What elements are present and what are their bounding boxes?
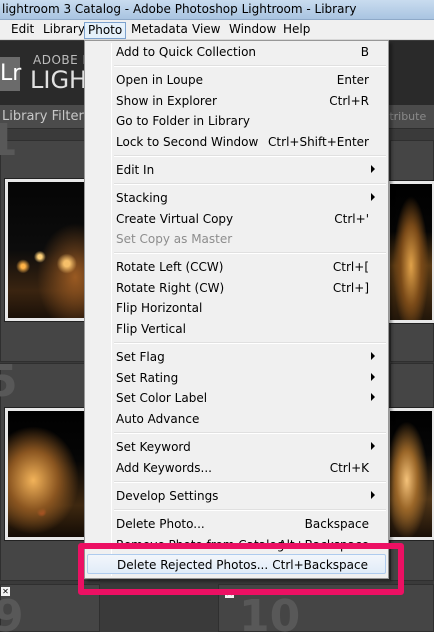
submenu-arrow-icon xyxy=(371,193,375,201)
menu-item-shortcut: B xyxy=(360,45,369,59)
menu-help[interactable]: Help xyxy=(280,22,313,39)
cell-number: 5 xyxy=(0,356,18,407)
menu-item-label: Stacking xyxy=(116,191,168,205)
menu-item-label: Set Copy as Master xyxy=(116,232,233,246)
menu-item-shortcut: Ctrl+K xyxy=(329,461,369,475)
menu-separator xyxy=(114,432,386,434)
menu-item-shortcut: Ctrl+] xyxy=(332,281,369,295)
window-title: lightroom 3 Catalog - Adobe Photoshop Li… xyxy=(2,2,357,16)
lightroom-logo-icon: Lr xyxy=(0,57,22,91)
menu-item-delete-photo[interactable]: Delete Photo... Backspace xyxy=(87,514,386,534)
menu-photo[interactable]: Photo xyxy=(84,22,127,39)
menu-separator xyxy=(114,252,386,254)
menu-item-set-flag[interactable]: Set Flag xyxy=(87,347,386,367)
menu-item-label: Rotate Left (CCW) xyxy=(116,260,224,274)
menu-item-label: Show in Explorer xyxy=(116,94,217,108)
cell-number: 9 xyxy=(0,591,24,632)
menu-item-label: Add to Quick Collection xyxy=(116,45,257,59)
menu-item-add-to-quick-collection[interactable]: Add to Quick Collection B xyxy=(87,42,386,62)
menu-item-label: Set Rating xyxy=(116,371,179,385)
photo-menu-dropdown: Add to Quick Collection B Open in Loupe … xyxy=(84,40,389,579)
menu-item-label: Flip Horizontal xyxy=(116,301,203,315)
submenu-arrow-icon xyxy=(371,491,375,499)
menu-item-flip-horizontal[interactable]: Flip Horizontal xyxy=(87,298,386,318)
menu-separator xyxy=(114,183,386,185)
menu-item-label: Add Keywords... xyxy=(116,461,212,475)
menu-item-label: Set Keyword xyxy=(116,440,191,454)
menu-item-label: Open in Loupe xyxy=(116,73,204,87)
menu-item-label: Go to Folder in Library xyxy=(116,114,250,128)
brand-line-1: ADOBE P xyxy=(33,53,91,67)
menu-item-shortcut: Ctrl+' xyxy=(334,212,369,226)
menu-item-go-to-folder[interactable]: Go to Folder in Library xyxy=(87,111,386,131)
submenu-arrow-icon xyxy=(371,165,375,173)
menu-item-shortcut: Enter xyxy=(336,73,369,87)
menu-item-label: Edit In xyxy=(116,163,155,177)
reject-flag-icon[interactable]: ✕ xyxy=(1,587,10,596)
submenu-arrow-icon xyxy=(371,352,375,360)
photo-thumbnail[interactable] xyxy=(386,180,434,324)
menu-item-shortcut: Ctrl+[ xyxy=(332,260,369,274)
menu-item-set-keyword[interactable]: Set Keyword xyxy=(87,437,386,457)
title-bar: lightroom 3 Catalog - Adobe Photoshop Li… xyxy=(0,0,434,20)
menu-item-label: Set Color Label xyxy=(116,391,208,405)
menu-item-flip-vertical[interactable]: Flip Vertical xyxy=(87,319,386,339)
menu-item-add-keywords[interactable]: Add Keywords... Ctrl+K xyxy=(87,458,386,478)
menu-item-label: Set Flag xyxy=(116,350,165,364)
menu-item-shortcut: Backspace xyxy=(304,517,369,531)
menu-item-set-copy-as-master: Set Copy as Master xyxy=(87,229,386,249)
menu-item-label: Auto Advance xyxy=(116,412,200,426)
menu-metadata[interactable]: Metadata xyxy=(128,22,191,39)
menu-item-create-virtual-copy[interactable]: Create Virtual Copy Ctrl+' xyxy=(87,209,386,229)
cell-number: 1 xyxy=(0,115,18,166)
cell-number: 10 xyxy=(239,591,301,632)
menu-item-edit-in[interactable]: Edit In xyxy=(87,160,386,180)
menu-item-label: Create Virtual Copy xyxy=(116,212,234,226)
grid-cell[interactable] xyxy=(386,140,434,362)
menu-separator xyxy=(114,481,386,483)
submenu-arrow-icon xyxy=(371,442,375,450)
submenu-arrow-icon xyxy=(371,373,375,381)
menu-separator xyxy=(114,155,386,157)
photo-thumbnail[interactable] xyxy=(386,407,434,541)
menu-separator xyxy=(114,342,386,344)
menu-view[interactable]: View xyxy=(189,22,223,39)
menu-item-open-in-loupe[interactable]: Open in Loupe Enter xyxy=(87,70,386,90)
logo-glyph: Lr xyxy=(0,61,22,86)
menu-separator xyxy=(114,509,386,511)
menu-library[interactable]: Library xyxy=(40,22,88,39)
menu-edit[interactable]: Edit xyxy=(8,22,37,39)
menu-separator xyxy=(114,65,386,67)
annotation-highlight-box xyxy=(78,543,404,595)
menu-bar: Edit Library Photo Metadata View Window … xyxy=(0,20,434,40)
menu-item-stacking[interactable]: Stacking xyxy=(87,188,386,208)
menu-item-label: Develop Settings xyxy=(116,489,219,503)
menu-item-shortcut: Ctrl+Shift+Enter xyxy=(268,135,369,149)
menu-window[interactable]: Window xyxy=(226,22,279,39)
attribute-filter-tab[interactable]: ttribute xyxy=(385,110,426,123)
menu-item-label: Flip Vertical xyxy=(116,322,186,336)
menu-item-develop-settings[interactable]: Develop Settings xyxy=(87,486,386,506)
menu-item-set-rating[interactable]: Set Rating xyxy=(87,368,386,388)
menu-item-shortcut: Ctrl+R xyxy=(329,94,369,108)
menu-item-label: Lock to Second Window xyxy=(116,135,259,149)
photo-thumbnail[interactable] xyxy=(4,407,96,541)
menu-item-rotate-left[interactable]: Rotate Left (CCW) Ctrl+[ xyxy=(87,257,386,277)
menu-item-rotate-right[interactable]: Rotate Right (CW) Ctrl+] xyxy=(87,278,386,298)
submenu-arrow-icon xyxy=(371,393,375,401)
menu-item-label: Rotate Right (CW) xyxy=(116,281,225,295)
menu-item-auto-advance[interactable]: Auto Advance xyxy=(87,409,386,429)
menu-item-label: Delete Photo... xyxy=(116,517,205,531)
menu-item-lock-to-second-window[interactable]: Lock to Second Window Ctrl+Shift+Enter xyxy=(87,132,386,152)
menu-item-set-color-label[interactable]: Set Color Label xyxy=(87,388,386,408)
menu-item-show-in-explorer[interactable]: Show in Explorer Ctrl+R xyxy=(87,91,386,111)
photo-thumbnail[interactable] xyxy=(4,178,96,322)
